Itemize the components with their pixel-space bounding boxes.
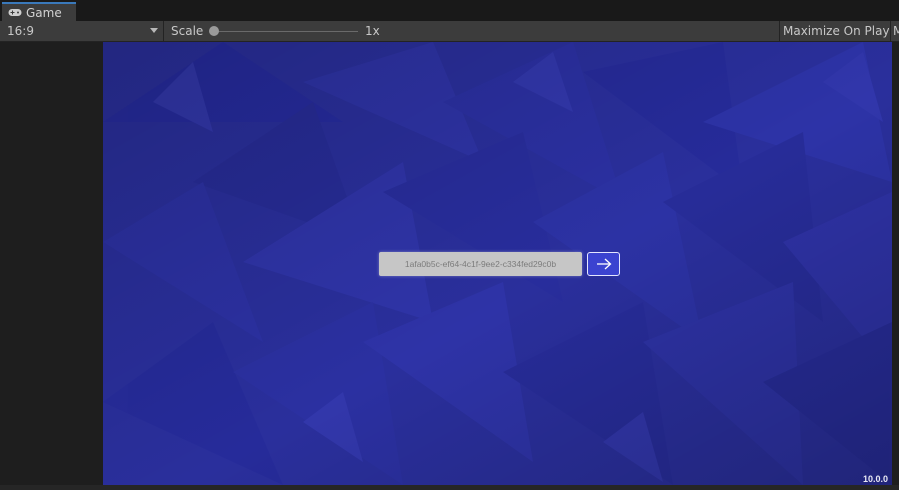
mute-audio-button[interactable]: M (890, 21, 899, 41)
tab-game[interactable]: Game (2, 2, 76, 21)
game-view[interactable]: 1afa0b5c-ef64-4c1f-9ee2-c334fed29c0b 10.… (103, 42, 892, 485)
id-input-field[interactable]: 1afa0b5c-ef64-4c1f-9ee2-c334fed29c0b (379, 252, 582, 276)
viewport-letterbox-left (0, 42, 103, 485)
id-input-value: 1afa0b5c-ef64-4c1f-9ee2-c334fed29c0b (404, 259, 557, 269)
scale-slider-track[interactable] (211, 31, 358, 32)
scale-slider-handle[interactable] (209, 26, 219, 36)
tab-label: Game (26, 5, 62, 20)
aspect-ratio-dropdown[interactable]: 16:9 (0, 21, 164, 41)
game-toolbar: 16:9 Scale 1x Maximize On Play M (0, 21, 899, 42)
bottom-border (0, 485, 899, 490)
tab-bar: Game (0, 0, 899, 21)
chevron-down-icon (150, 28, 158, 33)
arrow-right-icon (596, 255, 612, 274)
mute-audio-label: M (893, 24, 899, 38)
maximize-on-play-button[interactable]: Maximize On Play (779, 21, 889, 41)
maximize-on-play-label: Maximize On Play (783, 24, 889, 38)
scale-label: Scale (171, 24, 204, 38)
aspect-ratio-value: 16:9 (7, 24, 34, 38)
viewport-letterbox-right (892, 42, 899, 485)
gamepad-icon (8, 8, 22, 17)
version-label: 10.0.0 (862, 474, 888, 484)
scale-value: 1x (365, 24, 380, 38)
submit-button[interactable] (587, 252, 620, 276)
